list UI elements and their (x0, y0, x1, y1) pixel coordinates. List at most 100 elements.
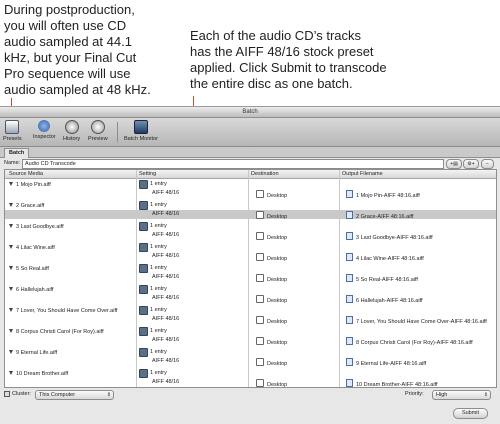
disclosure-triangle-icon[interactable] (9, 266, 13, 270)
add-source-button[interactable]: +▤ (446, 159, 462, 169)
destination-cell[interactable]: Desktop (256, 295, 287, 304)
caption-cd-audio: During postproduction, you will often us… (4, 2, 151, 97)
column-output[interactable]: Output Filename (342, 170, 383, 178)
setting-entry-count: 1 entry (150, 349, 167, 355)
table-row[interactable]: 8 Corpus Christi Carol (For Roy).aiff 1 e… (5, 326, 496, 347)
destination-cell[interactable]: Desktop (256, 379, 287, 387)
setting-icon (139, 264, 148, 273)
setting-row[interactable]: AIFF 48/16 Desktop 9 Eternal Life-AIFF 48:… (5, 357, 496, 367)
submit-button[interactable]: Submit (453, 408, 488, 419)
tab-batch[interactable]: Batch (4, 148, 30, 158)
history-button[interactable]: History (63, 120, 80, 142)
destination-popup-icon (256, 274, 264, 282)
disclosure-triangle-icon[interactable] (9, 203, 13, 207)
table-row[interactable]: 3 Last Goodbye.aiff 1 entry AIFF 48/16 Desk… (5, 221, 496, 242)
setting-row[interactable]: AIFF 48/16 Desktop 2 Grace-AIFF 48:16.aiff (5, 210, 496, 220)
popup-arrow-icon: ⇕ (483, 392, 488, 398)
destination-popup-icon (256, 232, 264, 240)
cluster-popup[interactable]: This Computer ⇕ (35, 390, 114, 400)
output-cell: 8 Corpus Christi Carol (For Roy)-AIFF 48… (346, 337, 473, 346)
source-name: 9 Eternal Life.aiff (16, 350, 58, 356)
presets-icon (5, 120, 20, 134)
output-cell: 2 Grace-AIFF 48:16.aiff (346, 211, 413, 220)
setting-entry-count: 1 entry (150, 202, 167, 208)
disclosure-triangle-icon[interactable] (9, 308, 13, 312)
table-row[interactable]: 1 Mojo Pin.aiff 1 entry AIFF 48/16 Desktop 1… (5, 179, 496, 200)
output-filename: 7 Lover, You Should Have Come Over-AIFF … (356, 319, 487, 325)
table-row[interactable]: 4 Lilac Wine.aiff 1 entry AIFF 48/16 Deskto… (5, 242, 496, 263)
source-name: 5 So Real.aiff (16, 266, 49, 272)
presets-button[interactable]: Presets (3, 120, 22, 142)
file-icon (346, 211, 353, 219)
disclosure-triangle-icon[interactable] (9, 245, 13, 249)
setting-entry-count: 1 entry (150, 181, 167, 187)
table-row[interactable]: 9 Eternal Life.aiff 1 entry AIFF 48/16 Desk… (5, 347, 496, 368)
destination-cell[interactable]: Desktop (256, 253, 287, 262)
destination-cell[interactable]: Desktop (256, 211, 287, 220)
cluster-value: This Computer (39, 392, 76, 398)
preset-name: AIFF 48/16 (152, 358, 180, 364)
name-field[interactable]: Audio CD Transcode (22, 159, 444, 169)
remove-button[interactable]: − (481, 159, 494, 169)
destination-cell[interactable]: Desktop (256, 274, 287, 283)
source-cell: 7 Lover, You Should Have Come Over.aiff (9, 308, 117, 314)
column-setting[interactable]: Setting (139, 170, 156, 178)
destination-cell[interactable]: Desktop (256, 337, 287, 346)
setting-row[interactable]: AIFF 48/16 Desktop 4 Lilac Wine-AIFF 48:16… (5, 252, 496, 262)
file-icon (346, 379, 353, 387)
setting-row[interactable]: AIFF 48/16 Desktop 10 Dream Brother-AIFF 4… (5, 378, 496, 387)
priority-popup[interactable]: High ⇕ (432, 390, 491, 400)
destination-popup-icon (256, 358, 264, 366)
source-name: 7 Lover, You Should Have Come Over.aiff (16, 308, 118, 314)
setting-row[interactable]: AIFF 48/16 Desktop 6 Hallelujah-AIFF 48:16… (5, 294, 496, 304)
column-destination[interactable]: Destination (251, 170, 279, 178)
destination-cell[interactable]: Desktop (256, 232, 287, 241)
inspector-button[interactable]: Inspector (33, 120, 56, 140)
file-icon (346, 295, 353, 303)
add-setting-button[interactable]: ⚙+ (463, 159, 479, 169)
destination-value: Desktop (267, 277, 288, 283)
history-label: History (63, 136, 81, 142)
setting-row[interactable]: AIFF 48/16 Desktop 3 Last Goodbye-AIFF 48:… (5, 231, 496, 241)
disclosure-triangle-icon[interactable] (9, 287, 13, 291)
output-cell: 10 Dream Brother-AIFF 48:16.aiff (346, 379, 438, 387)
destination-cell[interactable]: Desktop (256, 316, 287, 325)
disclosure-triangle-icon[interactable] (9, 182, 13, 186)
destination-popup-icon (256, 211, 264, 219)
batch-window: Batch Presets Inspector History Preview … (0, 106, 500, 424)
output-filename: 6 Hallelujah-AIFF 48:16.aiff (356, 298, 423, 304)
setting-entry-count: 1 entry (150, 223, 167, 229)
caption-preset-applied: Each of the audio CD’s tracks has the AI… (190, 28, 387, 91)
destination-cell[interactable]: Desktop (256, 358, 287, 367)
preview-button[interactable]: Preview (88, 120, 108, 142)
destination-cell[interactable]: Desktop (256, 190, 287, 199)
source-name: 2 Grace.aiff (16, 203, 45, 209)
table-row[interactable]: 7 Lover, You Should Have Come Over.aiff 1… (5, 305, 496, 326)
setting-row[interactable]: AIFF 48/16 Desktop 7 Lover, You Should Hav… (5, 315, 496, 325)
batch-monitor-button[interactable]: Batch Monitor (124, 120, 158, 142)
table-row[interactable]: 6 Hallelujah.aiff 1 entry AIFF 48/16 Deskto… (5, 284, 496, 305)
setting-entry-count: 1 entry (150, 307, 167, 313)
disclosure-triangle-icon[interactable] (9, 224, 13, 228)
table-row[interactable]: 5 So Real.aiff 1 entry AIFF 48/16 Desktop 5 … (5, 263, 496, 284)
preset-name: AIFF 48/16 (152, 190, 180, 196)
table-row[interactable]: 10 Dream Brother.aiff 1 entry AIFF 48/16 De… (5, 368, 496, 387)
output-cell: 9 Eternal Life-AIFF 48:16.aiff (346, 358, 426, 367)
setting-row[interactable]: AIFF 48/16 Desktop 5 So Real-AIFF 48:16.ai… (5, 273, 496, 283)
output-cell: 4 Lilac Wine-AIFF 48:16.aiff (346, 253, 424, 262)
output-filename: 5 So Real-AIFF 48:16.aiff (356, 277, 418, 283)
table-row[interactable]: 2 Grace.aiff 1 entry AIFF 48/16 Desktop 2 Gr… (5, 200, 496, 221)
disclosure-triangle-icon[interactable] (9, 350, 13, 354)
destination-value: Desktop (267, 256, 288, 262)
disclosure-triangle-icon[interactable] (9, 371, 13, 375)
preset-name: AIFF 48/16 (152, 295, 180, 301)
setting-row[interactable]: AIFF 48/16 Desktop 1 Mojo Pin-AIFF 48:16.a… (5, 189, 496, 199)
setting-icon (139, 306, 148, 315)
destination-popup-icon (256, 253, 264, 261)
setting-row[interactable]: AIFF 48/16 Desktop 8 Corpus Christi Carol … (5, 336, 496, 346)
source-cell: 10 Dream Brother.aiff (9, 371, 68, 377)
lock-icon[interactable] (4, 391, 10, 397)
disclosure-triangle-icon[interactable] (9, 329, 13, 333)
column-source[interactable]: Source Media (9, 170, 43, 178)
setting-icon (139, 285, 148, 294)
